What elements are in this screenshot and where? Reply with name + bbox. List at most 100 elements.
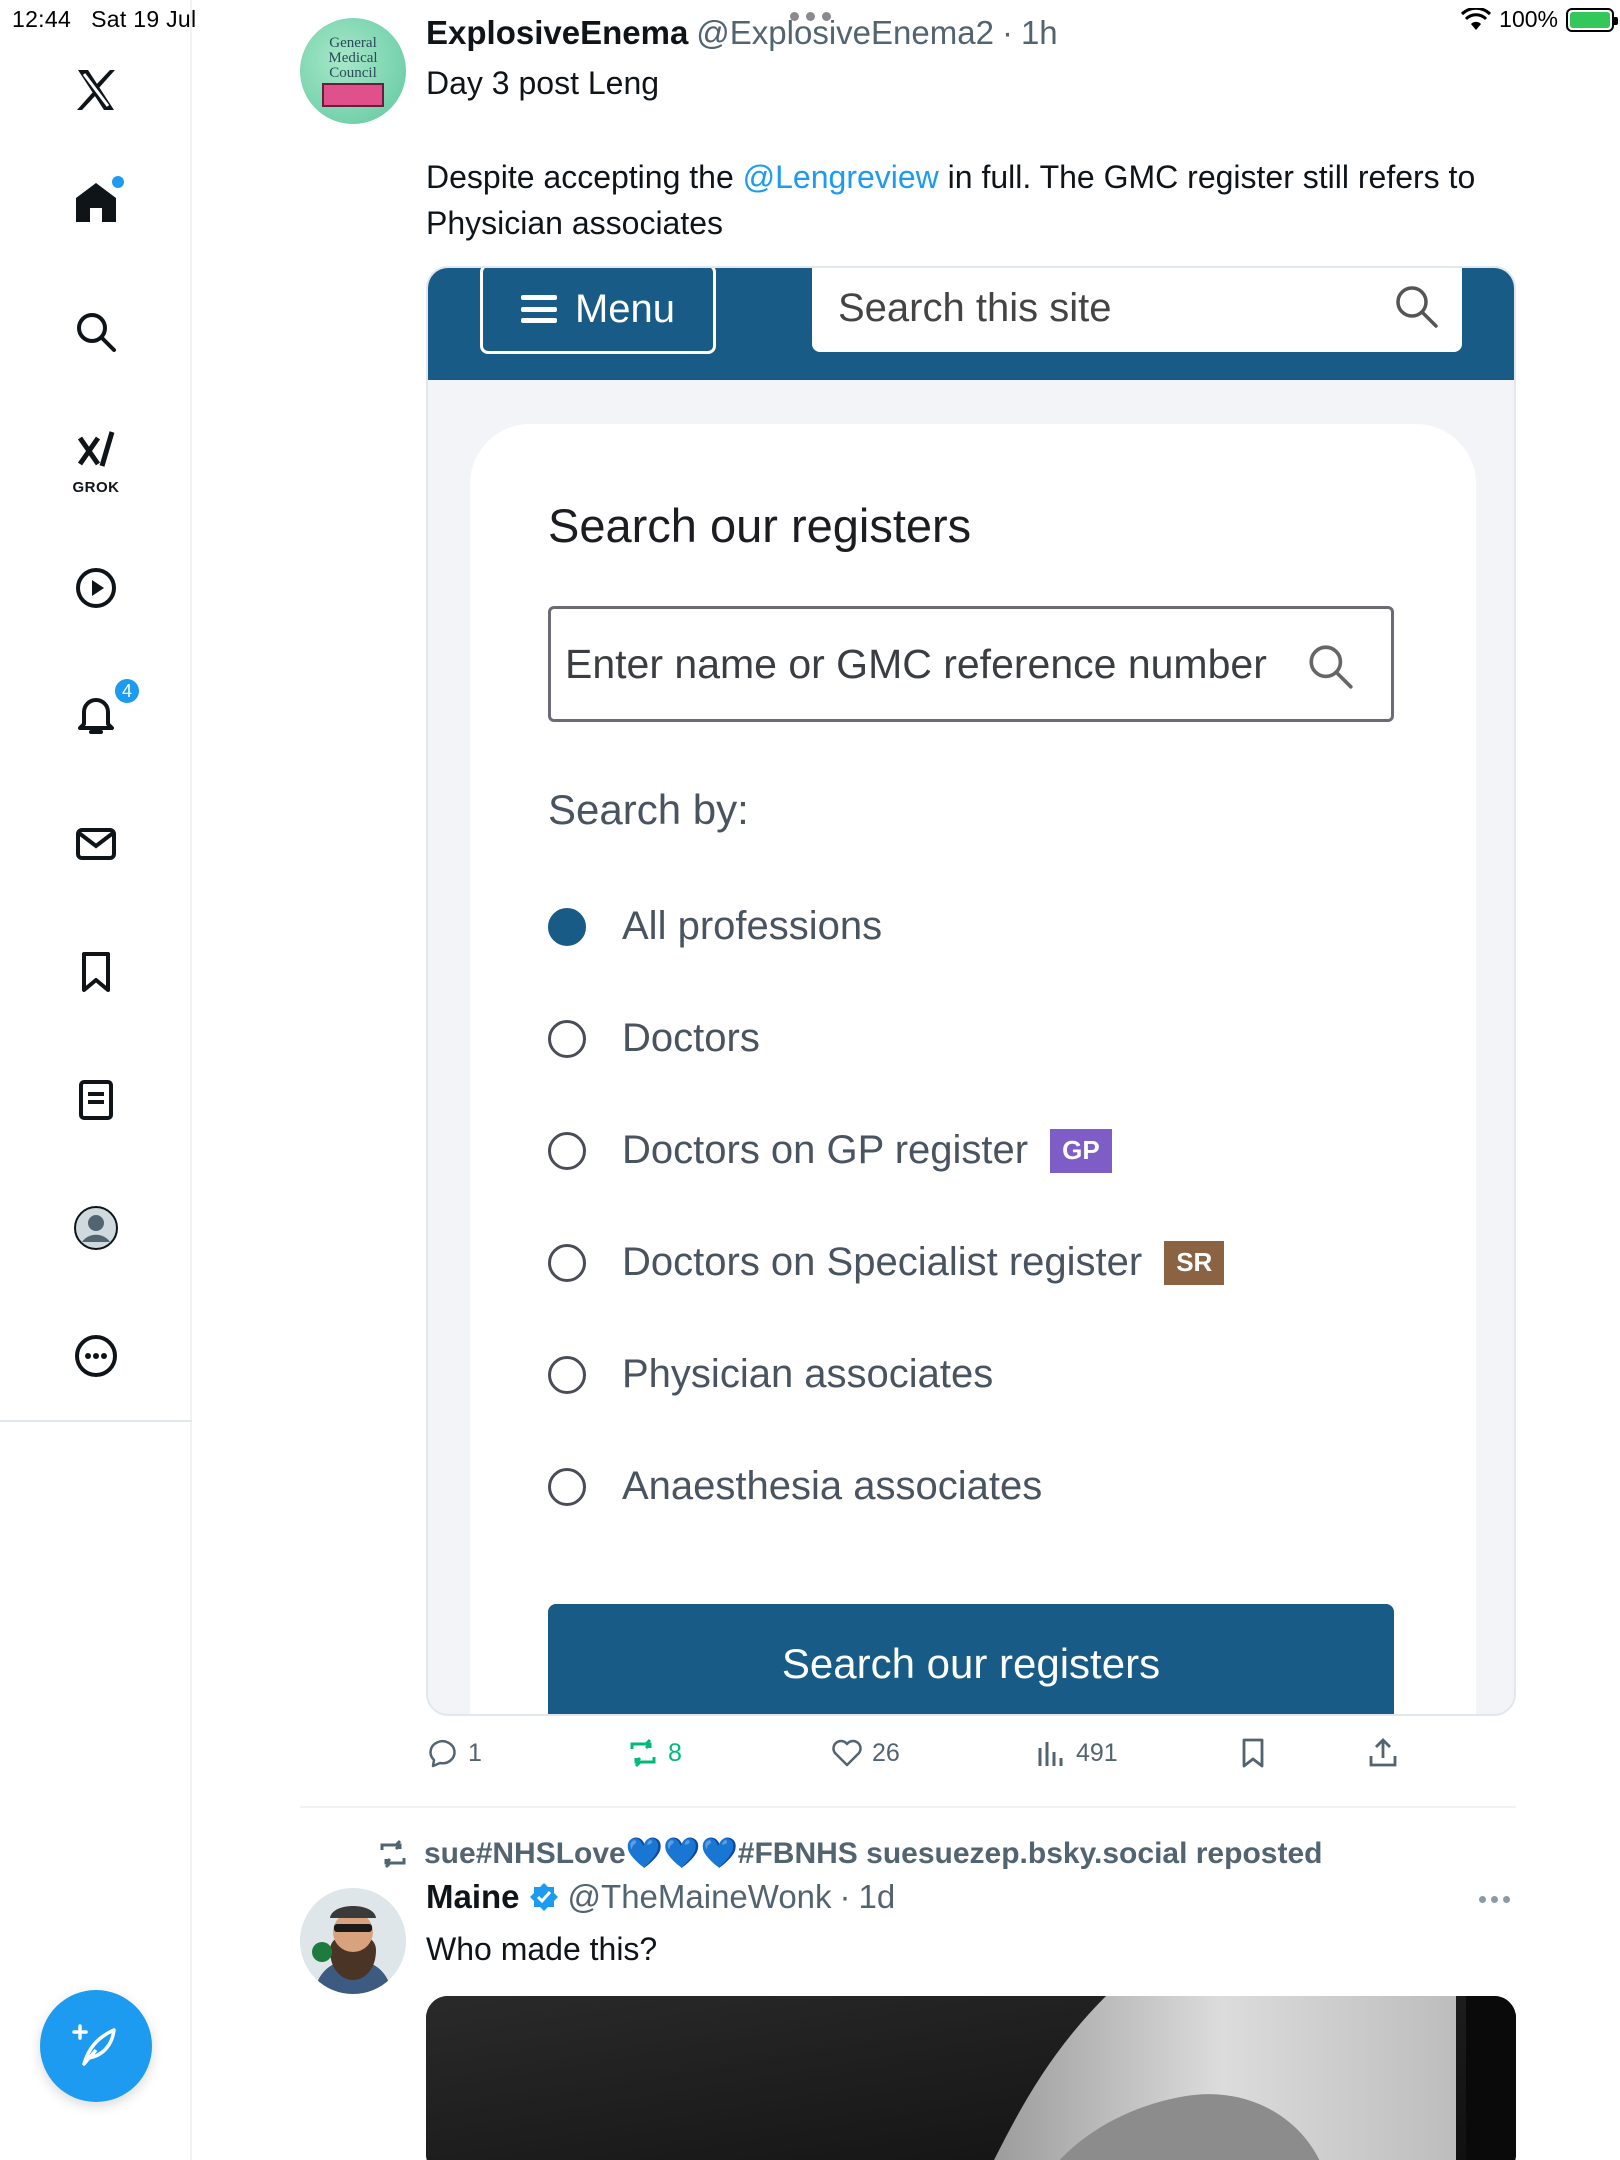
avatar-photo <box>300 1888 406 1994</box>
tweet-time[interactable]: 1h <box>1021 14 1058 52</box>
share-icon <box>1369 1738 1397 1767</box>
sr-tag: SR <box>1164 1240 1225 1285</box>
avatar-text-1: General <box>329 34 377 51</box>
search-icon[interactable] <box>64 300 128 364</box>
gmc-option-physician-associates: Physician associates <box>548 1352 993 1397</box>
feather-plus-icon <box>72 2024 116 2066</box>
gmc-menu-label: Menu <box>574 286 676 331</box>
option-label: Physician associates <box>622 1352 994 1396</box>
tweet-text-part: Despite accepting the <box>426 159 743 195</box>
tweet-text-line-1: Day 3 post Leng <box>426 65 660 101</box>
video-icon[interactable] <box>64 556 128 620</box>
home-unread-dot <box>112 176 124 188</box>
status-indicators: 100% <box>1461 6 1618 33</box>
notifications-icon[interactable]: 4 <box>64 676 142 746</box>
gmc-option-specialist-register: Doctors on Specialist register SR <box>548 1240 1225 1285</box>
tweet-divider <box>300 1806 1516 1808</box>
sidebar-divider <box>0 1420 192 1422</box>
grok-label: GROK <box>72 479 120 496</box>
gmc-heading: Search our registers <box>548 499 972 552</box>
tweet-actions: 1 8 26 491 <box>426 1736 1516 1780</box>
gp-tag: GP <box>1050 1128 1112 1173</box>
separator: · <box>839 1878 851 1915</box>
tweet-text: Who made this? <box>426 1931 658 1967</box>
gmc-site-search-placeholder: Search this site <box>838 285 1112 330</box>
option-label: Doctors on GP register <box>622 1128 1029 1172</box>
gmc-search-by-label: Search by: <box>548 786 749 833</box>
avatar-logo <box>322 82 384 107</box>
tweet-text: Despite accepting the @Lengreview in ful… <box>426 154 1516 246</box>
sidebar-nav: GROK 4 <box>0 0 192 2160</box>
gmc-menu-button: Menu <box>480 268 716 354</box>
option-label: Doctors <box>622 1016 760 1060</box>
gmc-input-placeholder: Enter name or GMC reference number <box>565 640 1267 687</box>
bookmark-button[interactable] <box>1236 1736 1270 1770</box>
repost-icon <box>380 1839 406 1868</box>
tweet-media-screenshot[interactable]: Menu Search this site Search our registe… <box>426 266 1516 1716</box>
reply-button[interactable]: 1 <box>426 1736 482 1770</box>
more-icon[interactable] <box>64 1324 128 1388</box>
avatar-text-2: Medical <box>328 49 378 66</box>
radio-unchecked <box>548 1243 586 1282</box>
avatar-text-3: Council <box>329 64 377 81</box>
share-button[interactable] <box>1366 1736 1400 1770</box>
separator: · <box>1001 14 1013 51</box>
tweet-media-video[interactable] <box>426 1996 1516 2160</box>
x-logo-icon[interactable] <box>64 58 128 122</box>
avatar[interactable]: General Medical Council <box>300 18 406 124</box>
repost-count: 8 <box>668 1738 682 1767</box>
wifi-icon <box>1461 7 1492 30</box>
messages-icon[interactable] <box>64 812 128 876</box>
reply-icon <box>429 1740 456 1768</box>
like-button[interactable]: 26 <box>830 1736 900 1770</box>
like-count: 26 <box>872 1738 900 1767</box>
repost-context[interactable]: sue#NHSLove💙💙💙#FBNHS suesuezep.bsky.soci… <box>376 1836 1322 1871</box>
author-name[interactable]: Maine <box>426 1878 520 1916</box>
gmc-option-all-professions: All professions <box>548 904 882 949</box>
lists-icon[interactable] <box>64 1068 128 1132</box>
gmc-option-gp-register: Doctors on GP register GP <box>548 1128 1112 1173</box>
repost-icon <box>630 1738 656 1768</box>
more-options-icon[interactable] <box>1479 1896 1510 1903</box>
profile-icon[interactable] <box>64 1196 128 1260</box>
repost-context-text: sue#NHSLove💙💙💙#FBNHS suesuezep.bsky.soci… <box>424 1837 1323 1870</box>
avatar[interactable] <box>300 1888 406 1994</box>
tweet-header: Maine @TheMaineWonk · 1d <box>426 1878 895 1916</box>
tweet-time[interactable]: 1d <box>859 1878 896 1916</box>
gmc-option-doctors: Doctors <box>548 1016 760 1061</box>
mention-link[interactable]: @Lengreview <box>743 159 939 195</box>
grok-icon[interactable]: GROK <box>64 420 128 496</box>
views-button[interactable]: 491 <box>1034 1736 1118 1770</box>
reply-count: 1 <box>468 1738 482 1767</box>
author-handle[interactable]: @TheMaineWonk <box>568 1878 832 1916</box>
video-frame <box>426 1996 1516 2160</box>
repost-button[interactable]: 8 <box>626 1736 682 1770</box>
gmc-header-bar: Menu Search this site <box>428 268 1514 380</box>
search-icon <box>1396 286 1438 328</box>
notification-badge: 4 <box>112 676 142 706</box>
author-handle[interactable]: @ExplosiveEnema2 <box>696 14 994 52</box>
hamburger-icon <box>520 295 557 323</box>
radio-unchecked <box>548 1467 586 1506</box>
bookmark-icon <box>1242 1738 1264 1768</box>
home-icon[interactable] <box>64 170 128 234</box>
verified-badge-icon <box>529 1883 558 1911</box>
radio-checked <box>548 907 586 946</box>
option-label: Doctors on Specialist register <box>622 1240 1143 1284</box>
radio-unchecked <box>548 1131 586 1170</box>
view-count: 491 <box>1076 1738 1118 1767</box>
author-name[interactable]: ExplosiveEnema <box>426 14 688 52</box>
gmc-option-anaesthesia-associates: Anaesthesia associates <box>548 1464 1042 1509</box>
option-label: All professions <box>622 904 883 948</box>
views-icon <box>1038 1742 1063 1766</box>
heart-icon <box>832 1739 862 1767</box>
radio-unchecked <box>548 1019 586 1058</box>
gmc-site-search: Search this site <box>812 268 1462 352</box>
compose-button[interactable] <box>40 1990 152 2102</box>
battery-icon <box>1566 7 1618 32</box>
tweet-header: ExplosiveEnema @ExplosiveEnema2 · 1h <box>426 14 1058 52</box>
bookmarks-icon[interactable] <box>64 940 128 1004</box>
search-icon <box>1309 645 1353 689</box>
gmc-register-search-input: Enter name or GMC reference number <box>548 606 1394 722</box>
radio-unchecked <box>548 1355 586 1394</box>
